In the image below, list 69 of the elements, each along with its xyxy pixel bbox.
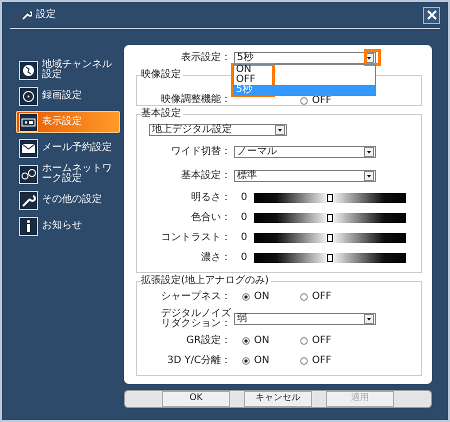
display-icon bbox=[19, 112, 38, 132]
radio-label[interactable]: ON bbox=[254, 335, 270, 347]
field-label: コントラスト： bbox=[160, 232, 231, 244]
slider[interactable] bbox=[254, 193, 406, 203]
dialog-button[interactable]: OK bbox=[162, 391, 230, 407]
wrench-icon bbox=[22, 10, 32, 20]
slider-thumb[interactable] bbox=[327, 254, 333, 262]
field-label: シャープネス： bbox=[160, 292, 231, 302]
radio-label[interactable]: ON bbox=[254, 291, 270, 303]
annotation-frame bbox=[231, 63, 275, 97]
slider-thumb[interactable] bbox=[327, 234, 333, 242]
field-label: 明るさ： bbox=[190, 192, 231, 204]
slider-thumb[interactable] bbox=[327, 194, 333, 202]
globe-icon bbox=[19, 60, 38, 80]
radio-label[interactable]: OFF bbox=[312, 355, 332, 367]
slider[interactable] bbox=[254, 213, 406, 223]
close-button[interactable] bbox=[423, 6, 440, 24]
menu-item[interactable]: ON bbox=[234, 65, 375, 75]
slider-thumb[interactable] bbox=[327, 214, 333, 222]
sidebar-item[interactable]: その他の設定 bbox=[16, 189, 120, 211]
sidebar-item[interactable]: 地域チャンネル設定 bbox=[16, 59, 120, 81]
dialog-button: 適用 bbox=[326, 391, 394, 407]
section-legend: 拡張設定(地上アナログのみ) bbox=[141, 275, 271, 287]
slider[interactable] bbox=[254, 253, 406, 263]
sidebar-item[interactable]: お知らせ bbox=[16, 215, 120, 237]
dropdown-field[interactable]: 弱 bbox=[234, 313, 376, 325]
section-legend: 基本設定 bbox=[141, 108, 183, 120]
slider-reading: 0 bbox=[240, 192, 248, 204]
field-label: ワイド切替： bbox=[170, 146, 231, 158]
field-label: 基本設定： bbox=[180, 170, 231, 182]
dropdown-field[interactable]: 5秒 bbox=[234, 52, 376, 64]
slider[interactable] bbox=[254, 233, 406, 243]
field-label: 表示設定： bbox=[180, 52, 231, 64]
radio-button[interactable] bbox=[242, 293, 250, 301]
sidebar-item[interactable]: 録画設定 bbox=[16, 85, 120, 107]
slider-reading: 0 bbox=[240, 252, 248, 264]
radio-label[interactable]: ON bbox=[254, 355, 270, 367]
radio-button[interactable] bbox=[242, 337, 250, 345]
field-label: デジタルノイズリダクション： bbox=[160, 308, 231, 330]
menu-item[interactable]: OFF bbox=[234, 75, 375, 85]
radio-label[interactable]: OFF bbox=[312, 96, 332, 106]
section-legend: 映像設定 bbox=[141, 69, 183, 81]
envelope-icon bbox=[19, 138, 38, 158]
slider-reading: 0 bbox=[240, 232, 248, 244]
sidebar-item[interactable]: ホームネットワーク設定 bbox=[16, 163, 120, 185]
field-label: GR設定： bbox=[185, 336, 231, 346]
info-icon bbox=[19, 216, 38, 236]
close-icon bbox=[426, 10, 436, 20]
dropdown-field[interactable]: 標準 bbox=[234, 170, 376, 182]
field-label: 色合い： bbox=[190, 212, 231, 224]
field-label: 3D Y/C分離： bbox=[166, 356, 231, 366]
dialog-button[interactable]: キャンセル bbox=[244, 391, 312, 407]
radio-button[interactable] bbox=[300, 357, 308, 365]
dropdown-field[interactable]: ノーマル bbox=[234, 146, 376, 158]
slider-reading: 0 bbox=[240, 212, 248, 224]
radio-button[interactable] bbox=[300, 337, 308, 345]
radio-label[interactable]: OFF bbox=[312, 335, 332, 347]
network-icon bbox=[19, 164, 38, 184]
window-title: 設定 bbox=[36, 9, 56, 21]
annotation-frame bbox=[364, 49, 381, 66]
field-label: 濃さ： bbox=[200, 252, 231, 264]
wrench-icon bbox=[19, 190, 38, 210]
radio-button[interactable] bbox=[300, 293, 308, 301]
radio-button[interactable] bbox=[300, 96, 308, 104]
radio-label[interactable]: OFF bbox=[312, 291, 332, 303]
radio-button[interactable] bbox=[242, 357, 250, 365]
sidebar-item[interactable]: メール予約設定 bbox=[16, 137, 120, 159]
dropdown-field[interactable]: 地上デジタル設定 bbox=[149, 124, 287, 136]
field-label: 映像調整機能： bbox=[160, 95, 231, 106]
